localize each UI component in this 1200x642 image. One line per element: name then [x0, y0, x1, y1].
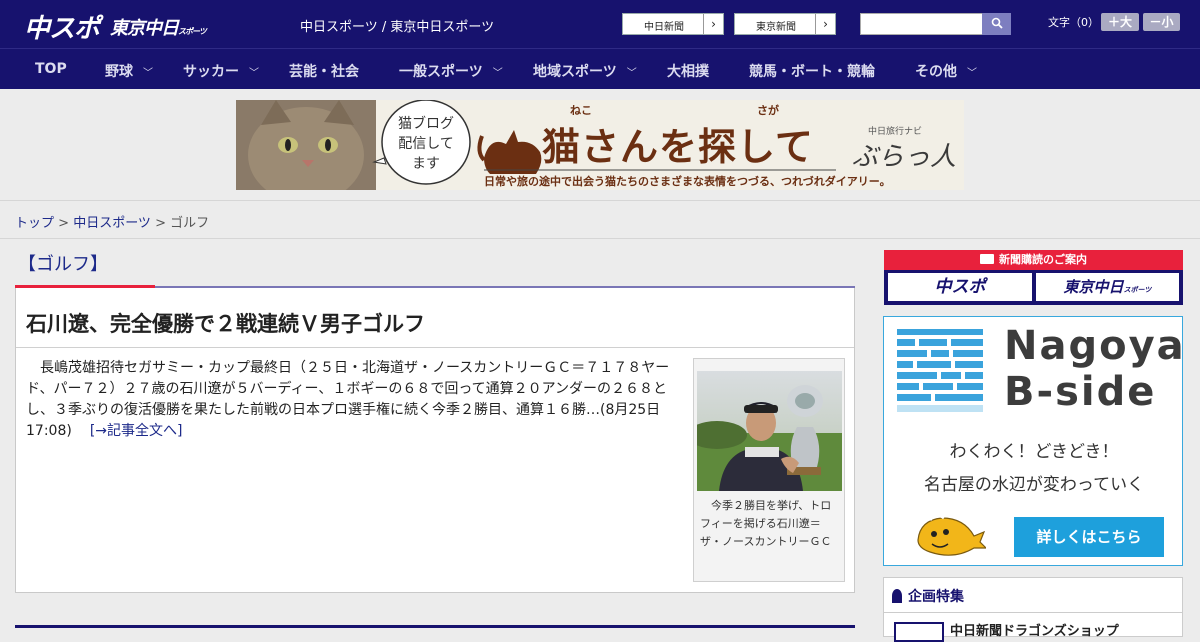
nav-item-sumo[interactable]: 大相撲 [667, 61, 709, 81]
article-headline[interactable]: 石川遼、完全優勝で２戦連続Ｖ男子ゴルフ [26, 308, 425, 338]
ad-title-line1: Nagoya [1004, 323, 1186, 369]
nav-label: その他 [915, 64, 957, 80]
article-photo[interactable] [697, 371, 842, 491]
tokyo-chunichi-sports-logo[interactable]: 東京中日スポーツ [110, 14, 207, 40]
subscribe-tokyo-chunichi-sub: スポーツ [1123, 286, 1152, 294]
search-button[interactable] [982, 13, 1011, 35]
golfer-trophy-photo [697, 371, 842, 491]
features-divider [884, 612, 1182, 613]
nav-item-general-sports[interactable]: 一般スポーツ ﹀ [399, 61, 503, 81]
subscribe-chunichi-sports[interactable]: 中スポ [888, 273, 1032, 301]
breadcrumb-separator: > [54, 216, 74, 231]
next-section-rule [15, 625, 855, 628]
chunichi-shimbun-label: 中日新聞 [644, 22, 684, 33]
ribbon-icon [892, 589, 902, 603]
site-title[interactable]: 中日スポーツ / 東京中日スポーツ [300, 16, 494, 35]
banner-bubble-text: 猫ブログ配信してます [398, 116, 454, 172]
newspaper-icon [980, 254, 994, 264]
chevron-right-icon: › [703, 14, 723, 34]
breadcrumb-current: ゴルフ [170, 216, 210, 231]
banner-title: 猫さんを探して [542, 125, 814, 169]
chevron-right-icon: › [815, 14, 835, 34]
subscription-title-text: 新聞購読のご案内 [999, 253, 1087, 266]
article-card: 石川遼、完全優勝で２戦連続Ｖ男子ゴルフ 長嶋茂雄招待セガサミー・カップ最終日（２… [15, 288, 855, 593]
ad-details-button[interactable]: 詳しくはこちら [1014, 517, 1164, 557]
photo-caption: 今季２勝目を挙げ、トロフィーを掲げる石川遼＝ザ・ノースカントリーＧＣ [700, 499, 832, 548]
nav-item-baseball[interactable]: 野球 ﹀ [105, 61, 153, 81]
nagoya-bside-ad[interactable]: Nagoya B-side わくわく！どきどき！ 名古屋の水辺が変わっていく 詳し… [883, 316, 1186, 566]
nav-label: 野球 [105, 64, 133, 80]
fried-shrimp-mascot-icon [917, 514, 986, 556]
nav-label: 一般スポーツ [399, 64, 483, 80]
nav-label: 地域スポーツ [533, 64, 617, 80]
cat-blog-banner[interactable]: 猫ブログ配信してます ねこ さが 猫さんを探して 中日旅行ナビ ぶらっ人 日常や… [236, 100, 964, 190]
breadcrumb-separator: > [150, 216, 171, 231]
nav-item-soccer[interactable]: サッカー ﹀ [183, 61, 259, 81]
headline-divider [16, 347, 854, 348]
chunichi-shimbun-link[interactable]: 中日新聞 › [622, 13, 724, 35]
search-input[interactable] [860, 13, 984, 35]
chevron-down-icon: ﹀ [626, 68, 637, 79]
nav-item-keiba[interactable]: 競馬・ボート・競輪 [749, 61, 875, 81]
features-title: 企画特集 [892, 586, 964, 606]
features-item-thumb[interactable] [894, 622, 944, 642]
ad-title: Nagoya B-side [1004, 323, 1186, 415]
features-title-text: 企画特集 [908, 589, 964, 605]
features-box: 企画特集 中日新聞ドラゴンズショップ [883, 577, 1183, 642]
breadcrumb-section-link[interactable]: 中日スポーツ [73, 216, 151, 231]
blue-brick-logo [897, 329, 983, 412]
nav-label: 競馬・ボート・競輪 [749, 64, 875, 80]
article-summary: 長嶋茂雄招待セガサミー・カップ最終日（２５日・北海道ザ・ノースカントリーＧＣ＝７… [26, 358, 686, 442]
ad-copy-line2: 名古屋の水辺が変わっていく [923, 475, 1145, 495]
subscription-box: 新聞購読のご案内 中スポ 東京中日スポーツ [884, 250, 1183, 305]
search-icon [991, 17, 1003, 29]
main-nav: TOP 野球 ﹀ サッカー ﹀ 芸能・社会 一般スポーツ ﹀ 地域スポーツ ﹀ 大相撲 … [0, 48, 1200, 89]
font-smaller-button[interactable]: －小 [1143, 13, 1180, 31]
nav-label: 大相撲 [667, 64, 709, 80]
chevron-down-icon: ﹀ [249, 68, 259, 79]
tokyo-shimbun-label: 東京新聞 [756, 22, 796, 33]
category-heading: 【ゴルフ】 [18, 254, 108, 275]
font-larger-button[interactable]: ＋大 [1101, 13, 1139, 31]
nav-item-entertainment[interactable]: 芸能・社会 [289, 61, 359, 81]
tokyo-chunichi-logo-text: 東京中日 [110, 18, 179, 39]
breadcrumb: トップ > 中日スポーツ > ゴルフ [15, 212, 209, 231]
subscribe-tokyo-chunichi-text: 東京中日 [1063, 278, 1124, 296]
read-more-link[interactable]: [→記事全文へ] [90, 423, 183, 439]
nav-label: 芸能・社会 [289, 64, 359, 80]
subscribe-tokyo-chunichi[interactable]: 東京中日スポーツ [1036, 273, 1179, 301]
tokyo-shimbun-link[interactable]: 東京新聞 › [734, 13, 836, 35]
ad-copy-line1: わくわく！どきどき！ [949, 442, 1119, 462]
tokyo-chunichi-logo-sub: スポーツ [178, 27, 207, 36]
chevron-down-icon: ﹀ [967, 68, 977, 79]
breadcrumb-bar: トップ > 中日スポーツ > ゴルフ [0, 200, 1200, 239]
banner-area: 猫ブログ配信してます ねこ さが 猫さんを探して 中日旅行ナビ ぶらっ人 日常や… [0, 90, 1200, 200]
breadcrumb-top-link[interactable]: トップ [15, 216, 54, 231]
banner-tagline: 日常や旅の途中で出会う猫たちのさまざまな表情をつづる、つれづれダイアリー。 [484, 175, 891, 188]
nav-item-other[interactable]: その他 ﹀ [915, 61, 977, 81]
top-header: 中スポ 東京中日スポーツ 中日スポーツ / 東京中日スポーツ 中日新聞 › 東京… [0, 0, 1200, 48]
nav-item-top[interactable]: TOP [35, 61, 67, 77]
subscription-title[interactable]: 新聞購読のご案内 [884, 250, 1183, 270]
article-photo-box: 今季２勝目を挙げ、トロフィーを掲げる石川遼＝ザ・ノースカントリーＧＣ [693, 358, 845, 582]
font-size-label: 文字（0） [1048, 16, 1099, 29]
nav-item-local-sports[interactable]: 地域スポーツ ﹀ [533, 61, 637, 81]
nav-label: サッカー [183, 64, 239, 80]
chunichi-sports-logo[interactable]: 中スポ [24, 8, 100, 45]
nav-label: TOP [35, 61, 67, 77]
banner-brand-logo: ぶらっ人 [852, 142, 957, 172]
chevron-down-icon: ﹀ [143, 68, 153, 79]
chevron-down-icon: ﹀ [492, 68, 503, 79]
ad-title-line2: B-side [1004, 369, 1157, 415]
